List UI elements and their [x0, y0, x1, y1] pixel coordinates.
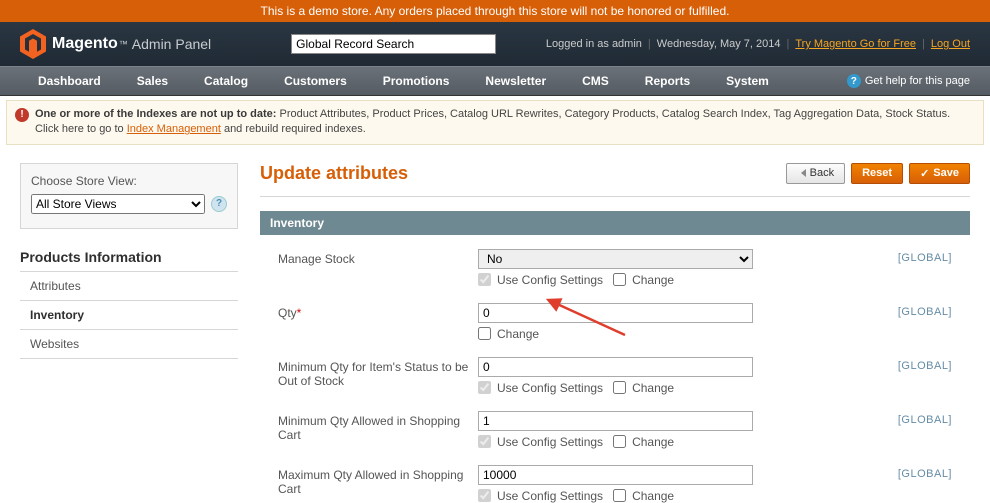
- row-min-qty-cart: Minimum Qty Allowed in Shopping Cart Use…: [278, 411, 952, 449]
- page-title: Update attributes: [260, 163, 408, 184]
- scope-label: [GLOBAL]: [898, 249, 952, 264]
- tab-websites[interactable]: Websites: [20, 330, 238, 359]
- content: Choose Store View: All Store Views ? Pro…: [0, 145, 990, 503]
- nav-sales[interactable]: Sales: [119, 66, 186, 96]
- tab-attributes[interactable]: Attributes: [20, 272, 238, 301]
- section-head: Inventory: [260, 211, 970, 235]
- label-manage-stock: Manage Stock: [278, 249, 478, 266]
- magento-icon: [20, 29, 46, 59]
- warning-icon: !: [15, 108, 29, 122]
- min-qty-cart-change[interactable]: [613, 435, 626, 448]
- nav-customers[interactable]: Customers: [266, 66, 365, 96]
- nav-system[interactable]: System: [708, 66, 787, 96]
- scope-label: [GLOBAL]: [898, 303, 952, 318]
- inventory-form: Manage Stock No Use Config Settings Chan…: [260, 235, 970, 503]
- label-qty: Qty*: [278, 303, 478, 320]
- check-icon: ✓: [920, 167, 929, 180]
- header: Magento ™ Admin Panel Logged in as admin…: [0, 22, 990, 66]
- store-view-switcher: Choose Store View: All Store Views ?: [20, 163, 238, 229]
- row-qty: Qty* Change [GLOBAL]: [278, 303, 952, 341]
- nav-dashboard[interactable]: Dashboard: [20, 66, 119, 96]
- logged-in-text: Logged in as admin: [546, 38, 642, 50]
- row-max-qty-cart: Maximum Qty Allowed in Shopping Cart Use…: [278, 465, 952, 503]
- logo-sub: Admin Panel: [132, 36, 211, 52]
- main: Update attributes Back Reset ✓Save Inven…: [260, 163, 970, 503]
- max-qty-cart-input[interactable]: [478, 465, 753, 485]
- back-button[interactable]: Back: [786, 163, 845, 184]
- max-qty-cart-change[interactable]: [613, 489, 626, 502]
- global-search-input[interactable]: [291, 34, 496, 54]
- manage-stock-change[interactable]: [613, 273, 626, 286]
- nav-promotions[interactable]: Promotions: [365, 66, 468, 96]
- nav-cms[interactable]: CMS: [564, 66, 627, 96]
- main-nav: Dashboard Sales Catalog Customers Promot…: [0, 66, 990, 96]
- nav-newsletter[interactable]: Newsletter: [467, 66, 564, 96]
- header-right: Logged in as admin | Wednesday, May 7, 2…: [546, 38, 970, 50]
- try-magento-link[interactable]: Try Magento Go for Free: [795, 38, 916, 50]
- label-min-qty-out: Minimum Qty for Item's Status to be Out …: [278, 357, 478, 388]
- min-qty-out-use-config[interactable]: [478, 381, 491, 394]
- scope-label: [GLOBAL]: [898, 465, 952, 480]
- scope-label: [GLOBAL]: [898, 357, 952, 372]
- help-icon: ?: [847, 74, 861, 88]
- label-min-qty-cart: Minimum Qty Allowed in Shopping Cart: [278, 411, 478, 442]
- min-qty-out-input[interactable]: [478, 357, 753, 377]
- qty-change[interactable]: [478, 327, 491, 340]
- side-tabs: Attributes Inventory Websites: [20, 271, 238, 359]
- min-qty-out-change[interactable]: [613, 381, 626, 394]
- nav-catalog[interactable]: Catalog: [186, 66, 266, 96]
- row-manage-stock: Manage Stock No Use Config Settings Chan…: [278, 249, 952, 287]
- sidebar: Choose Store View: All Store Views ? Pro…: [20, 163, 238, 503]
- nav-reports[interactable]: Reports: [627, 66, 708, 96]
- row-min-qty-out: Minimum Qty for Item's Status to be Out …: [278, 357, 952, 395]
- help-link[interactable]: ? Get help for this page: [847, 74, 970, 88]
- choose-store-label: Choose Store View:: [31, 174, 137, 188]
- page-head: Update attributes Back Reset ✓Save: [260, 163, 970, 184]
- demo-banner: This is a demo store. Any orders placed …: [0, 0, 990, 22]
- min-qty-cart-use-config[interactable]: [478, 435, 491, 448]
- manage-stock-select[interactable]: No: [478, 249, 753, 269]
- info-icon[interactable]: ?: [211, 196, 227, 212]
- index-management-link[interactable]: Index Management: [127, 123, 221, 135]
- store-view-select[interactable]: All Store Views: [31, 194, 205, 214]
- tab-inventory[interactable]: Inventory: [20, 301, 238, 330]
- logo: Magento ™ Admin Panel: [20, 29, 211, 59]
- min-qty-cart-input[interactable]: [478, 411, 753, 431]
- sidebar-heading: Products Information: [20, 249, 238, 265]
- scope-label: [GLOBAL]: [898, 411, 952, 426]
- label-max-qty-cart: Maximum Qty Allowed in Shopping Cart: [278, 465, 478, 496]
- back-arrow-icon: [797, 169, 806, 177]
- logout-link[interactable]: Log Out: [931, 38, 970, 50]
- max-qty-cart-use-config[interactable]: [478, 489, 491, 502]
- logo-brand: Magento: [52, 35, 118, 53]
- manage-stock-use-config[interactable]: [478, 273, 491, 286]
- notice-bold: One or more of the Indexes are not up to…: [35, 108, 276, 120]
- date-text: Wednesday, May 7, 2014: [657, 38, 781, 50]
- qty-input[interactable]: [478, 303, 753, 323]
- notice-bar: ! One or more of the Indexes are not up …: [6, 100, 984, 145]
- save-button[interactable]: ✓Save: [909, 163, 970, 184]
- reset-button[interactable]: Reset: [851, 163, 903, 184]
